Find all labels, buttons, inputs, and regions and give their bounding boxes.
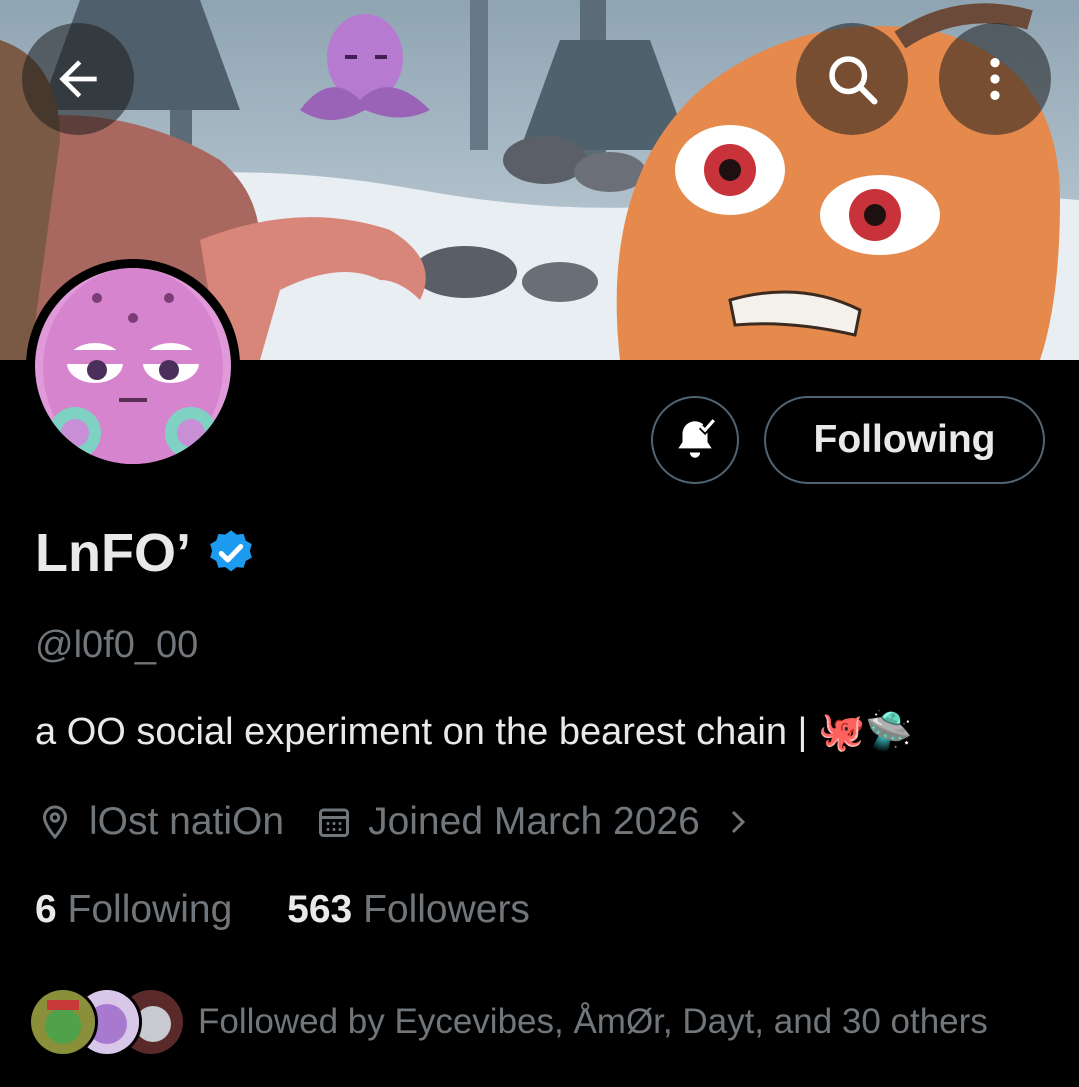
chevron-right-icon[interactable] (718, 802, 758, 842)
avatar-frame[interactable] (26, 259, 240, 473)
location-text: lOst natiOn (89, 800, 285, 843)
following-stat[interactable]: 6 Following (35, 888, 243, 931)
avatar-image (35, 268, 231, 464)
notifications-button[interactable] (651, 396, 739, 484)
verified-badge-icon[interactable] (205, 527, 257, 579)
location-pin-icon (35, 802, 75, 842)
back-button[interactable] (22, 23, 134, 135)
followers-stat[interactable]: 563 Followers (287, 888, 530, 931)
display-name: LnFO’ (35, 522, 257, 584)
arrow-left-icon (59, 60, 97, 98)
followers-count: 563 (287, 888, 353, 931)
followers-label: Followers (363, 888, 530, 931)
followed-by-text: Followed by Eycevibes, ÅmØr, Dayt, and 3… (198, 1002, 988, 1041)
joined-date-text: Joined March 2026 (368, 800, 700, 843)
bell-check-icon (678, 418, 717, 458)
following-count: 6 (35, 888, 57, 931)
following-button[interactable]: Following (764, 396, 1045, 484)
more-options-button[interactable] (939, 23, 1051, 135)
followed-by-row[interactable]: Followed by Eycevibes, ÅmØr, Dayt, and 3… (28, 982, 988, 1062)
calendar-icon (314, 802, 354, 842)
profile-meta-row: lOst natiOn Joined March 2026 (35, 800, 772, 844)
follower-avatar (28, 987, 98, 1057)
display-name-text: LnFO’ (35, 523, 191, 583)
follow-stats: 6 Following 563 Followers (35, 888, 530, 932)
more-vertical-icon (990, 58, 1000, 100)
user-handle: @l0f0_00 (35, 624, 199, 666)
following-label: Following (67, 888, 233, 931)
bio-text: a OO social experiment on the bearest ch… (35, 711, 913, 753)
search-icon (829, 56, 878, 105)
search-button[interactable] (796, 23, 908, 135)
avatar[interactable] (35, 268, 231, 464)
